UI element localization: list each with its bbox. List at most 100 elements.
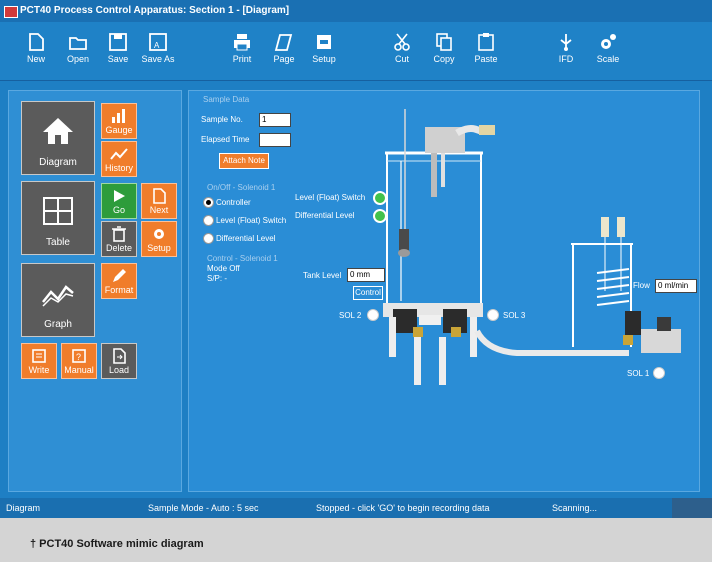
elapsed-time-field[interactable] xyxy=(259,133,291,147)
control-button[interactable]: Control xyxy=(353,286,383,300)
window-title: PCT40 Process Control Apparatus: Section… xyxy=(20,5,290,16)
gear-icon xyxy=(154,229,164,239)
new-button[interactable]: New xyxy=(16,30,56,74)
diagram-view-button[interactable]: Diagram xyxy=(21,101,95,175)
copy-icon xyxy=(436,33,452,51)
differential-level-indicator-label: Differential Level xyxy=(295,211,355,220)
printer-icon xyxy=(234,34,250,51)
pipework xyxy=(474,329,629,356)
gears-icon xyxy=(601,34,616,49)
elapsed-time-label: Elapsed Time xyxy=(201,135,250,144)
note-icon xyxy=(32,349,46,363)
differential-level-led xyxy=(373,209,387,223)
open-button[interactable]: Open xyxy=(58,30,98,74)
scale-button[interactable]: Scale xyxy=(588,30,628,74)
app-window: PCT40 Process Control Apparatus: Section… xyxy=(0,0,712,518)
format-button[interactable]: Format xyxy=(101,263,137,299)
figure-caption: † PCT40 Software mimic diagram xyxy=(30,538,204,550)
load-button[interactable]: Load xyxy=(101,343,137,379)
status-view: Diagram xyxy=(6,503,41,513)
float-switch-label: Level (Float) Switch xyxy=(216,216,287,225)
status-bar: Diagram Sample Mode - Auto : 5 sec Stopp… xyxy=(0,498,712,518)
sample-data-heading: Sample Data xyxy=(203,95,250,104)
status-scanning: Scanning... xyxy=(552,503,598,513)
differential-level-label: Differential Level xyxy=(216,234,276,243)
trend-icon xyxy=(110,148,128,160)
copy-button[interactable]: Copy xyxy=(424,30,464,74)
next-button[interactable]: Next xyxy=(141,183,177,219)
tank-level-label: Tank Level xyxy=(303,271,342,280)
ifd-button[interactable]: IFD xyxy=(546,30,586,74)
main-tank xyxy=(385,109,495,316)
paste-button[interactable]: Paste xyxy=(466,30,506,74)
status-message: Stopped - click 'GO' to begin recording … xyxy=(316,503,490,513)
page-button[interactable]: Page xyxy=(264,30,304,74)
sol2-indicator[interactable] xyxy=(367,309,379,321)
clipboard-icon xyxy=(478,33,494,51)
process-mimic-graphic xyxy=(383,109,681,385)
new-file-icon xyxy=(29,33,44,51)
sample-no-field[interactable]: 1 xyxy=(259,113,291,127)
differential-level-radio[interactable] xyxy=(203,233,214,244)
save-button[interactable]: Save xyxy=(98,30,138,74)
attach-note-button[interactable]: Attach Note xyxy=(219,153,269,169)
control-heading: Control - Solenoid 1 xyxy=(207,254,278,263)
print-button[interactable]: Print xyxy=(222,30,262,74)
line-graph-icon xyxy=(42,285,74,307)
valve-block xyxy=(383,303,483,385)
sol3-label: SOL 3 xyxy=(503,311,526,320)
toolbar: New Open Save A Save As Print Page Setup xyxy=(0,22,712,81)
controller-radio[interactable] xyxy=(203,197,214,208)
title-bar: PCT40 Process Control Apparatus: Section… xyxy=(0,0,712,22)
load-icon xyxy=(113,348,126,364)
printer-setup-icon xyxy=(317,35,331,49)
float-switch-led xyxy=(373,191,387,205)
sol1-label: SOL 1 xyxy=(627,369,650,378)
help-icon: ? xyxy=(72,349,86,363)
sol3-indicator[interactable] xyxy=(487,309,499,321)
pencil-icon xyxy=(113,269,126,282)
gauge-button[interactable]: Gauge xyxy=(101,103,137,139)
delete-button[interactable]: Delete xyxy=(101,221,137,257)
sol2-label: SOL 2 xyxy=(339,311,362,320)
mode-text: Mode Off xyxy=(207,264,240,273)
table-icon xyxy=(43,197,73,225)
setup-button[interactable]: Setup xyxy=(304,30,344,74)
bar-chart-icon xyxy=(112,109,125,123)
trash-icon xyxy=(112,226,126,242)
go-button[interactable]: Go xyxy=(101,183,137,219)
sol1-indicator[interactable] xyxy=(653,367,665,379)
history-button[interactable]: History xyxy=(101,141,137,177)
float-switch-radio[interactable] xyxy=(203,215,214,226)
floppy-icon xyxy=(109,33,127,51)
mimic-diagram-panel: Sample Data Sample No. 1 Elapsed Time At… xyxy=(188,90,700,492)
manual-button[interactable]: ? Manual xyxy=(61,343,97,379)
status-sample-mode: Sample Mode - Auto : 5 sec xyxy=(148,503,259,513)
table-view-button[interactable]: Table xyxy=(21,181,95,255)
navigation-panel: Diagram Gauge History Table Go Next Dele… xyxy=(8,90,182,492)
home-icon xyxy=(43,118,73,144)
flow-field: 0 ml/min xyxy=(655,279,697,293)
scissors-icon xyxy=(394,33,410,51)
graph-view-button[interactable]: Graph xyxy=(21,263,95,337)
app-icon xyxy=(4,6,18,18)
solenoid-heading: On/Off - Solenoid 1 xyxy=(207,183,276,192)
status-end-panel xyxy=(672,498,712,518)
svg-text:A: A xyxy=(154,41,160,50)
write-button[interactable]: Write xyxy=(21,343,57,379)
folder-icon xyxy=(69,37,87,50)
setpoint-text: S/P: - xyxy=(207,274,228,283)
save-as-icon: A xyxy=(149,33,167,51)
setup-panel-button[interactable]: Setup xyxy=(141,221,177,257)
tank-level-field: 0 mm xyxy=(347,268,385,282)
page-icon xyxy=(274,34,293,51)
next-file-icon xyxy=(153,188,166,204)
flow-label: Flow xyxy=(633,281,650,290)
cut-button[interactable]: Cut xyxy=(382,30,422,74)
usb-icon xyxy=(560,34,572,51)
save-as-button[interactable]: A Save As xyxy=(138,30,178,74)
svg-text:?: ? xyxy=(76,352,81,362)
float-switch-indicator-label: Level (Float) Switch xyxy=(295,193,366,202)
sample-no-label: Sample No. xyxy=(201,115,243,124)
controller-label: Controller xyxy=(216,198,251,207)
